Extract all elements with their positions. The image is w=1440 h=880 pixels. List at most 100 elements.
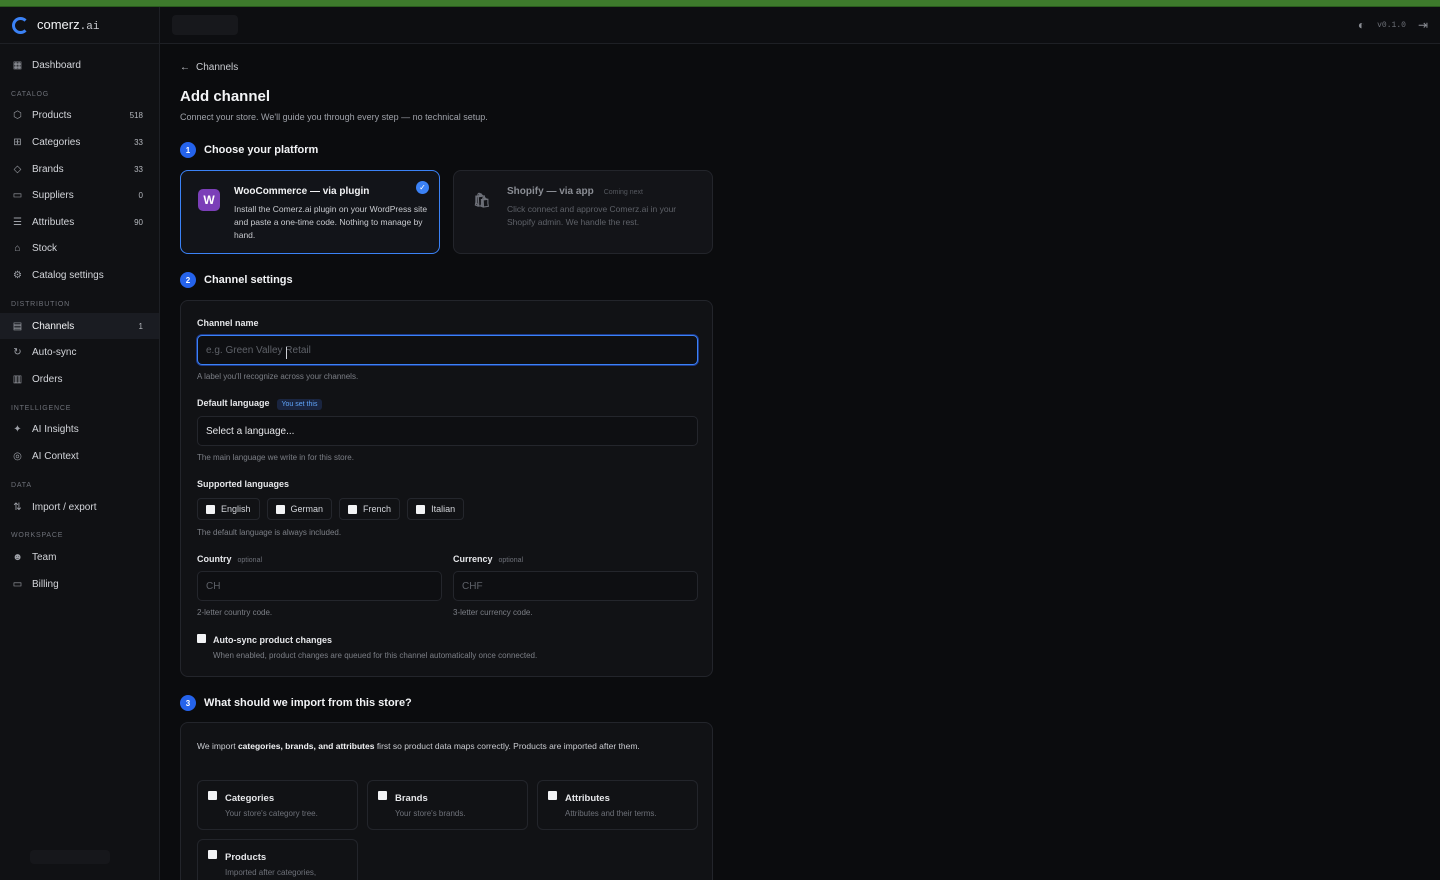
text-cursor-icon — [286, 347, 290, 359]
version-label: v0.1.0 — [1377, 20, 1406, 30]
brand-name: comerz.ai — [37, 17, 100, 33]
checkbox[interactable] — [348, 504, 358, 514]
import-option-products[interactable]: Products Imported after categories, — [197, 839, 358, 880]
language-chip-german[interactable]: German — [266, 498, 333, 520]
default-language-label: Default language You set this — [197, 398, 323, 410]
brain-icon: ◎ — [13, 450, 22, 462]
checkbox[interactable] — [208, 791, 217, 800]
sync-icon: ↻ — [13, 347, 22, 359]
sidebar-item-attributes[interactable]: ☰ Attributes 90 — [0, 209, 159, 236]
checkbox[interactable] — [548, 791, 557, 800]
platform-card-shopify: 🛍 Shopify — via app Coming next Click con… — [453, 170, 713, 254]
import-intro: We import categories, brands, and attrib… — [197, 741, 640, 751]
section-label-catalog: CATALOG — [11, 90, 50, 98]
sidebar: comerz.ai ▦ Dashboard CATALOG ⬡ Products… — [0, 7, 160, 880]
step-number: 1 — [180, 142, 196, 158]
channel-name-label: Channel name — [197, 318, 259, 328]
sidebar-item-ai-insights[interactable]: ✦ AI Insights — [0, 417, 159, 444]
step-title: Channel settings — [204, 274, 293, 286]
dashboard-icon: ▦ — [12, 59, 23, 71]
tag-icon: ◇ — [13, 163, 22, 175]
topbar-actions: ◐ v0.1.0 ⇥ — [1358, 18, 1428, 32]
platform-description: Click connect and approve Comerz.ai in y… — [507, 204, 677, 227]
sidebar-item-suppliers[interactable]: ▭ Suppliers 0 — [0, 182, 159, 209]
topbar: ◐ v0.1.0 ⇥ — [160, 7, 1440, 44]
topbar-search-placeholder[interactable] — [172, 15, 238, 35]
currency-input[interactable]: CHF — [453, 571, 698, 601]
import-options-card: We import categories, brands, and attrib… — [180, 722, 713, 880]
count-badge: 33 — [134, 164, 143, 174]
auto-sync-description: When enabled, product changes are queued… — [213, 651, 538, 660]
step-2-header: 2 Channel settings — [180, 272, 293, 288]
sidebar-item-brands[interactable]: ◇ Brands 33 — [0, 156, 159, 183]
billing-icon: ▭ — [12, 578, 23, 590]
import-option-categories[interactable]: Categories Your store's category tree. — [197, 780, 358, 830]
platform-title: Shopify — via app Coming next — [507, 186, 643, 197]
checkbox[interactable] — [208, 850, 217, 859]
sidebar-item-billing[interactable]: ▭ Billing — [0, 571, 159, 598]
sidebar-item-dashboard[interactable]: ▦ Dashboard — [0, 52, 159, 79]
sidebar-item-import-export[interactable]: ⇅ Import / export — [0, 494, 159, 521]
checkbox[interactable] — [378, 791, 387, 800]
tree-icon: ⊞ — [13, 136, 22, 148]
language-chip-italian[interactable]: Italian — [407, 498, 465, 520]
import-option-attributes[interactable]: Attributes Attributes and their terms. — [537, 780, 698, 830]
step-3-header: 3 What should we import from this store? — [180, 695, 412, 711]
count-badge: 518 — [129, 111, 143, 121]
language-chip-french[interactable]: French — [339, 498, 401, 520]
logout-icon[interactable]: ⇥ — [1418, 18, 1428, 32]
import-option-brands[interactable]: Brands Your store's brands. — [367, 780, 528, 830]
default-language-select[interactable]: Select a language... — [197, 416, 698, 446]
country-input[interactable]: CH — [197, 571, 442, 601]
box-icon: ⬡ — [13, 110, 22, 122]
woocommerce-icon: W — [198, 189, 220, 211]
step-1-header: 1 Choose your platform — [180, 142, 318, 158]
you-set-this-badge: You set this — [276, 399, 323, 410]
section-label-workspace: WORKSPACE — [11, 532, 64, 540]
arrow-left-icon: ← — [180, 62, 190, 73]
coming-next-badge: Coming next — [603, 189, 643, 196]
sidebar-item-team[interactable]: ☻ Team — [0, 544, 159, 571]
orders-icon: ▥ — [12, 373, 23, 385]
sidebar-item-products[interactable]: ⬡ Products 518 — [0, 103, 159, 130]
checkbox[interactable] — [416, 504, 426, 514]
checkbox[interactable] — [206, 504, 215, 514]
sidebar-item-stock[interactable]: ⌂ Stock — [0, 236, 159, 263]
truck-icon: ▭ — [12, 190, 23, 202]
theme-toggle-icon[interactable]: ◐ — [1358, 18, 1365, 32]
platform-description: Install the Comerz.ai plugin on your Wor… — [234, 204, 428, 240]
user-menu-placeholder[interactable] — [30, 850, 110, 864]
count-badge: 1 — [138, 321, 143, 331]
sidebar-item-channels[interactable]: ▤ Channels 1 — [0, 312, 159, 340]
team-icon: ☻ — [12, 552, 23, 564]
brand[interactable]: comerz.ai — [0, 7, 159, 44]
auto-sync-checkbox[interactable] — [197, 634, 206, 643]
list-icon: ☰ — [13, 216, 22, 228]
currency-hint: 3-letter currency code. — [453, 608, 533, 617]
channel-name-input[interactable]: e.g. Green Valley Retail — [197, 335, 698, 365]
currency-label: Currency optional — [453, 554, 524, 564]
default-language-hint: The main language we write in for this s… — [197, 453, 354, 462]
gear-icon: ⚙ — [13, 269, 22, 281]
sidebar-item-ai-context[interactable]: ◎ AI Context — [0, 443, 159, 470]
comerz-logo-icon — [12, 16, 29, 34]
platform-card-woocommerce[interactable]: W WooCommerce — via plugin Install the C… — [180, 170, 440, 254]
sidebar-item-catalog-settings[interactable]: ⚙ Catalog settings — [0, 262, 159, 289]
back-link[interactable]: ← Channels — [180, 62, 238, 73]
count-badge: 33 — [134, 137, 143, 147]
section-label-distribution: DISTRIBUTION — [11, 300, 70, 308]
window-top-strip — [0, 0, 1440, 7]
supported-languages-label: Supported languages — [197, 479, 290, 489]
platform-title: WooCommerce — via plugin — [234, 186, 370, 197]
checkbox[interactable] — [275, 504, 285, 514]
sidebar-item-categories[interactable]: ⊞ Categories 33 — [0, 129, 159, 156]
sidebar-item-auto-sync[interactable]: ↻ Auto-sync — [0, 339, 159, 366]
language-chip-english[interactable]: English — [197, 498, 260, 520]
step-number: 2 — [180, 272, 196, 288]
channel-name-hint: A label you'll recognize across your cha… — [197, 372, 359, 381]
step-title: What should we import from this store? — [204, 697, 412, 709]
channel-settings-card: Channel name e.g. Green Valley Retail A … — [180, 300, 713, 677]
sidebar-item-orders[interactable]: ▥ Orders — [0, 366, 159, 393]
section-label-data: DATA — [11, 481, 32, 489]
country-label: Country optional — [197, 554, 263, 564]
